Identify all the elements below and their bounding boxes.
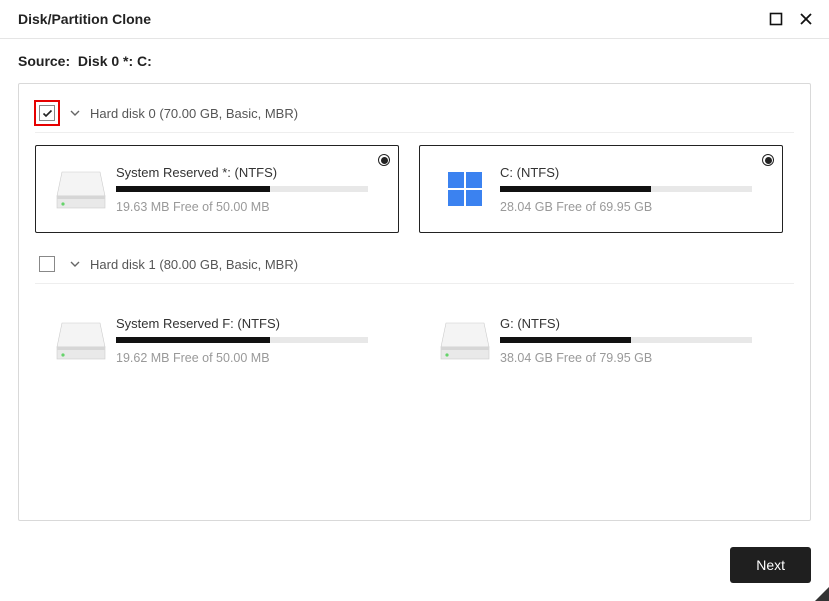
partition-info: C: (NTFS) 28.04 GB Free of 69.95 GB (500, 156, 770, 222)
chevron-down-icon (68, 106, 82, 120)
close-icon (799, 12, 813, 26)
square-icon (769, 12, 783, 26)
window-title: Disk/Partition Clone (18, 11, 151, 27)
disk-icon (440, 317, 490, 363)
usage-bar (500, 186, 752, 192)
partition-info: System Reserved F: (NTFS) 19.62 MB Free o… (116, 307, 386, 373)
partition-icon-wrap (46, 307, 116, 373)
maximize-button[interactable] (767, 10, 785, 28)
partition-icon-wrap (430, 156, 500, 222)
disk-header-row[interactable]: Hard disk 0 (70.00 GB, Basic, MBR) (35, 100, 794, 133)
partition-info: G: (NTFS) 38.04 GB Free of 79.95 GB (500, 307, 770, 373)
usage-bar-fill (500, 186, 651, 192)
partition-radio[interactable] (762, 154, 774, 166)
checkbox-wrap (35, 251, 60, 277)
partition-free-text: 38.04 GB Free of 79.95 GB (500, 351, 770, 365)
windows-icon (444, 168, 486, 210)
disk-block: Hard disk 1 (80.00 GB, Basic, MBR) System… (35, 251, 794, 384)
disk-checkbox[interactable] (39, 105, 55, 121)
disk-header-row[interactable]: Hard disk 1 (80.00 GB, Basic, MBR) (35, 251, 794, 284)
partition-card[interactable]: System Reserved F: (NTFS) 19.62 MB Free o… (35, 296, 399, 384)
partition-free-text: 19.62 MB Free of 50.00 MB (116, 351, 386, 365)
partition-name: C: (NTFS) (500, 165, 770, 180)
usage-bar (500, 337, 752, 343)
next-button[interactable]: Next (730, 547, 811, 583)
close-button[interactable] (797, 10, 815, 28)
partition-radio[interactable] (378, 154, 390, 166)
usage-bar-fill (500, 337, 631, 343)
usage-bar (116, 337, 368, 343)
usage-bar (116, 186, 368, 192)
check-icon (42, 108, 53, 119)
disk-icon (56, 317, 106, 363)
partition-name: G: (NTFS) (500, 316, 770, 331)
disk-label: Hard disk 0 (70.00 GB, Basic, MBR) (90, 106, 298, 121)
expand-toggle[interactable] (68, 257, 82, 271)
partitions-container: System Reserved *: (NTFS) 19.63 MB Free o… (35, 145, 794, 233)
disk-block: Hard disk 0 (70.00 GB, Basic, MBR) System… (35, 100, 794, 233)
resize-grip-icon[interactable] (815, 587, 829, 601)
partition-card[interactable]: C: (NTFS) 28.04 GB Free of 69.95 GB (419, 145, 783, 233)
disk-checkbox[interactable] (39, 256, 55, 272)
usage-bar-fill (116, 186, 270, 192)
disk-label: Hard disk 1 (80.00 GB, Basic, MBR) (90, 257, 298, 272)
partition-name: System Reserved F: (NTFS) (116, 316, 386, 331)
checkbox-highlight (34, 100, 60, 126)
partition-info: System Reserved *: (NTFS) 19.63 MB Free o… (116, 156, 386, 222)
source-line: Source: Disk 0 *: C: (18, 53, 811, 69)
partition-free-text: 19.63 MB Free of 50.00 MB (116, 200, 386, 214)
title-bar: Disk/Partition Clone (0, 0, 829, 39)
partition-free-text: 28.04 GB Free of 69.95 GB (500, 200, 770, 214)
partitions-container: System Reserved F: (NTFS) 19.62 MB Free o… (35, 296, 794, 384)
chevron-down-icon (68, 257, 82, 271)
partition-name: System Reserved *: (NTFS) (116, 165, 386, 180)
disk-icon (56, 166, 106, 212)
source-label: Source: (18, 53, 70, 69)
partition-card[interactable]: G: (NTFS) 38.04 GB Free of 79.95 GB (419, 296, 783, 384)
partition-icon-wrap (430, 307, 500, 373)
expand-toggle[interactable] (68, 106, 82, 120)
disk-list-panel: Hard disk 0 (70.00 GB, Basic, MBR) System… (18, 83, 811, 521)
partition-card[interactable]: System Reserved *: (NTFS) 19.63 MB Free o… (35, 145, 399, 233)
partition-icon-wrap (46, 156, 116, 222)
source-value: Disk 0 *: C: (78, 53, 152, 69)
usage-bar-fill (116, 337, 270, 343)
